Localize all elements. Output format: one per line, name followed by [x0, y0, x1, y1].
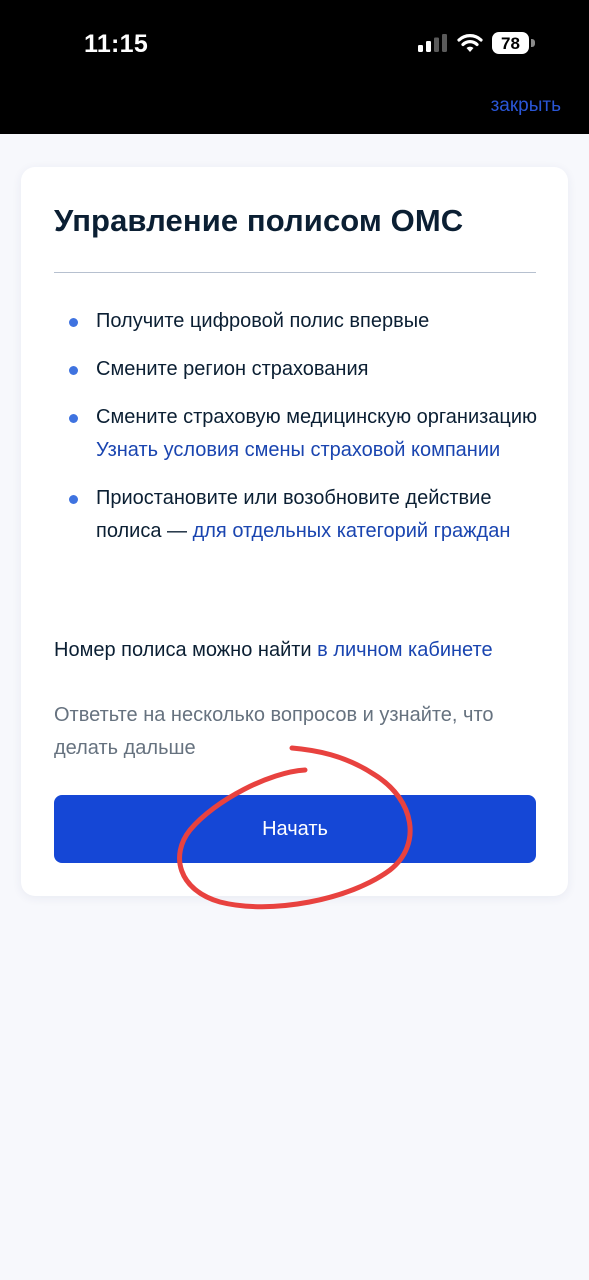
bullet-dot: [69, 414, 78, 423]
oms-policy-card: Управление полисом ОМС Получите цифровой…: [21, 167, 568, 896]
list-item-text: Получите цифровой полис впервые: [96, 310, 430, 332]
status-bar: 11:15 78 закрыть: [0, 0, 589, 134]
policy-note-text: Номер полиса можно найти: [54, 639, 318, 661]
battery-level: 78: [501, 33, 520, 53]
cellular-signal-icon: [418, 34, 447, 52]
battery-body: 78: [492, 32, 529, 54]
list-item: Смените страховую медицинскую организаци…: [54, 401, 544, 467]
start-button[interactable]: Начать: [54, 795, 536, 863]
close-link[interactable]: закрыть: [491, 95, 561, 117]
bullet-dot: [69, 366, 78, 375]
hint-text: Ответьте на несколько вопросов и узнайте…: [54, 704, 494, 759]
insurer-change-conditions-link[interactable]: Узнать условия смены страховой компании: [96, 439, 500, 461]
list-item-text: Смените регион страхования: [96, 358, 369, 380]
policy-number-note: Номер полиса можно найти в личном кабине…: [54, 634, 554, 667]
list-item: Получите цифровой полис впервые: [54, 305, 544, 338]
battery-icon: 78: [492, 32, 536, 54]
battery-cap: [531, 39, 535, 47]
wifi-icon: [457, 34, 483, 52]
bullet-dot: [69, 495, 78, 504]
title-divider: [54, 272, 536, 273]
citizen-categories-link[interactable]: для отдельных категорий граждан: [193, 520, 511, 542]
status-time: 11:15: [84, 30, 149, 58]
page-title: Управление полисом ОМС: [54, 203, 464, 238]
list-item-text: Смените страховую медицинскую организаци…: [96, 406, 538, 428]
list-item: Приостановите или возобновите действие п…: [54, 482, 544, 548]
list-item: Смените регион страхования: [54, 353, 544, 386]
options-list: Получите цифровой полис впервые Смените …: [54, 305, 544, 563]
bullet-dot: [69, 318, 78, 327]
personal-account-link[interactable]: в личном кабинете: [317, 639, 492, 661]
